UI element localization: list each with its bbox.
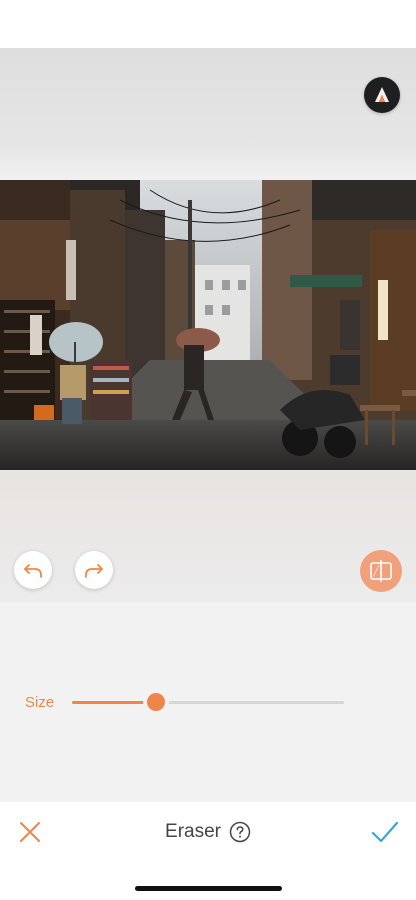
redo-arrow-icon — [85, 564, 103, 578]
undo-arrow-icon — [24, 564, 42, 578]
size-slider-fill — [72, 701, 157, 704]
confirm-button[interactable] — [370, 818, 400, 846]
airbrush-logo-icon[interactable] — [364, 77, 400, 113]
checkmark-icon — [371, 821, 399, 843]
size-slider[interactable] — [72, 693, 344, 711]
controls-panel: Size — [0, 602, 416, 802]
tool-title: Eraser — [0, 820, 416, 844]
compare-before-after-icon — [370, 560, 392, 582]
size-slider-thumb[interactable] — [147, 693, 166, 711]
home-indicator — [135, 886, 282, 891]
help-button[interactable] — [229, 821, 251, 843]
editing-canvas[interactable] — [0, 48, 416, 602]
compare-button[interactable] — [360, 550, 402, 592]
status-bar-area — [0, 0, 416, 48]
question-circle-icon — [229, 821, 251, 843]
size-label: Size — [25, 694, 55, 711]
tool-title-text: Eraser — [165, 821, 221, 842]
redo-button[interactable] — [75, 551, 113, 589]
bottom-toolbar: Eraser — [0, 802, 416, 900]
edited-photo[interactable] — [0, 180, 416, 470]
undo-button[interactable] — [14, 551, 52, 589]
